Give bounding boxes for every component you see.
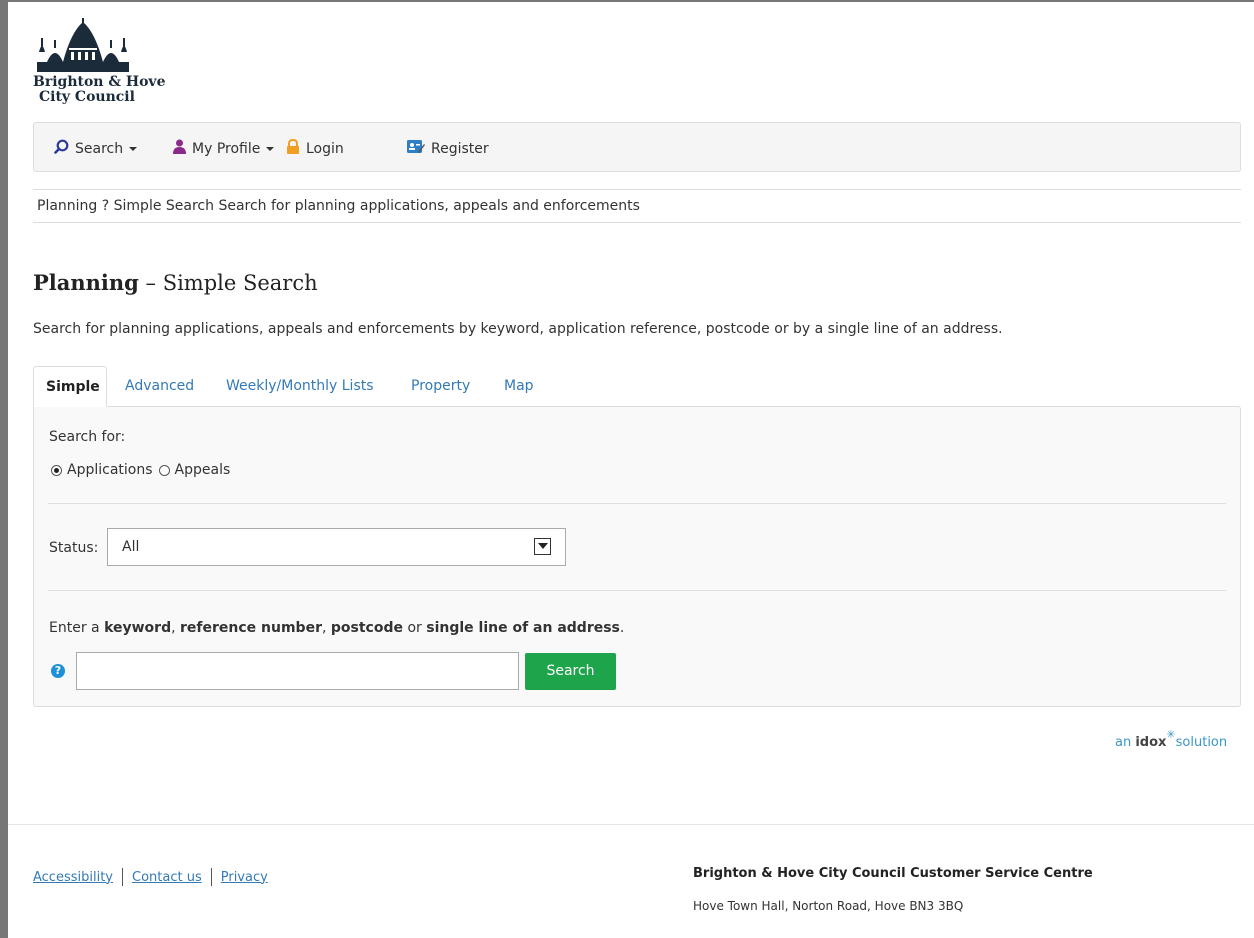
pavilion-logo-icon <box>37 18 129 72</box>
status-select-value: All <box>122 539 140 555</box>
nav-search-dropdown[interactable]: Search <box>54 139 138 158</box>
chevron-down-icon <box>129 146 138 151</box>
instruction-text: . <box>619 620 625 636</box>
appeals-radio[interactable] <box>158 464 170 476</box>
search-input[interactable] <box>76 652 519 690</box>
instruction-address: single line of an address <box>426 620 620 636</box>
top-navbar: Search My Profile Login Register <box>33 122 1241 172</box>
nav-search-label: Search <box>75 140 124 157</box>
chevron-down-icon <box>266 146 275 151</box>
window-frame-left <box>0 0 8 938</box>
idox-suffix: solution <box>1175 735 1228 750</box>
idox-star-icon: ✳ <box>1166 728 1176 741</box>
accessibility-link[interactable]: Accessibility <box>33 870 113 885</box>
instruction-text: , <box>321 620 331 636</box>
applications-radio[interactable] <box>51 464 62 476</box>
tab-property[interactable]: Property <box>399 366 482 407</box>
page-title-bold: Planning <box>33 270 139 295</box>
instruction-text: or <box>403 620 427 636</box>
instruction-text: , <box>171 620 181 636</box>
page-intro: Search for planning applications, appeal… <box>33 321 1003 337</box>
instruction-keyword: keyword <box>104 620 172 636</box>
applications-radio-label[interactable]: Applications <box>67 462 153 478</box>
help-icon[interactable]: ? <box>51 664 65 678</box>
logo-text-line2: City Council <box>39 89 135 105</box>
search-button[interactable]: Search <box>525 653 616 690</box>
nav-profile-label: My Profile <box>192 140 261 157</box>
tab-simple[interactable]: Simple <box>33 366 107 407</box>
divider <box>48 503 1226 504</box>
footer-links: Accessibility Contact us Privacy <box>33 868 268 886</box>
nav-login-link[interactable]: Login <box>286 138 344 158</box>
customer-service-title: Brighton & Hove City Council Customer Se… <box>693 866 1093 881</box>
customer-service-address: Hove Town Hall, Norton Road, Hove BN3 3B… <box>693 899 964 913</box>
link-separator <box>122 868 123 886</box>
user-icon <box>173 139 186 158</box>
page-title-rest: – Simple Search <box>138 271 318 295</box>
search-instructions: Enter a keyword, reference number, postc… <box>49 620 624 636</box>
idox-prefix: an <box>1115 735 1136 750</box>
window-frame-top <box>0 0 1254 2</box>
status-label: Status: <box>49 540 99 556</box>
contact-us-link[interactable]: Contact us <box>132 870 202 885</box>
instruction-reference: reference number <box>180 620 322 636</box>
register-card-icon <box>407 139 425 158</box>
appeals-radio-label[interactable]: Appeals <box>175 462 231 478</box>
page-title: Planning – Simple Search <box>33 270 318 295</box>
nav-my-profile-dropdown[interactable]: My Profile <box>173 139 275 158</box>
tab-map[interactable]: Map <box>492 366 546 407</box>
simple-search-panel: Search for: Applications Appeals Status:… <box>33 406 1241 707</box>
search-tabs: Simple Advanced Weekly/Monthly Lists Pro… <box>33 366 1241 407</box>
privacy-link[interactable]: Privacy <box>221 870 268 885</box>
instruction-postcode: postcode <box>330 620 403 636</box>
breadcrumb: Planning ? Simple Search Search for plan… <box>33 189 1241 223</box>
padlock-icon <box>286 138 300 158</box>
chevron-down-icon[interactable] <box>534 538 551 555</box>
link-separator <box>210 868 212 886</box>
status-select[interactable]: All <box>107 528 566 566</box>
instruction-text: Enter a <box>49 620 105 636</box>
idox-brand: idox <box>1135 735 1167 750</box>
nav-register-link[interactable]: Register <box>407 139 489 158</box>
divider <box>48 590 1226 591</box>
council-logo[interactable]: Brighton & Hove City Council <box>33 18 173 110</box>
nav-register-label: Register <box>431 140 489 157</box>
search-for-label: Search for: <box>49 429 126 445</box>
footer-divider <box>8 824 1254 825</box>
nav-login-label: Login <box>306 140 344 157</box>
logo-text-line1: Brighton & Hove <box>33 74 166 90</box>
idox-branding[interactable]: an idox✳solution <box>1115 728 1228 750</box>
tab-weekly-monthly-lists[interactable]: Weekly/Monthly Lists <box>214 366 386 407</box>
tab-advanced[interactable]: Advanced <box>113 366 206 407</box>
search-icon <box>54 139 69 158</box>
search-type-radio-group: Applications Appeals <box>51 462 230 478</box>
